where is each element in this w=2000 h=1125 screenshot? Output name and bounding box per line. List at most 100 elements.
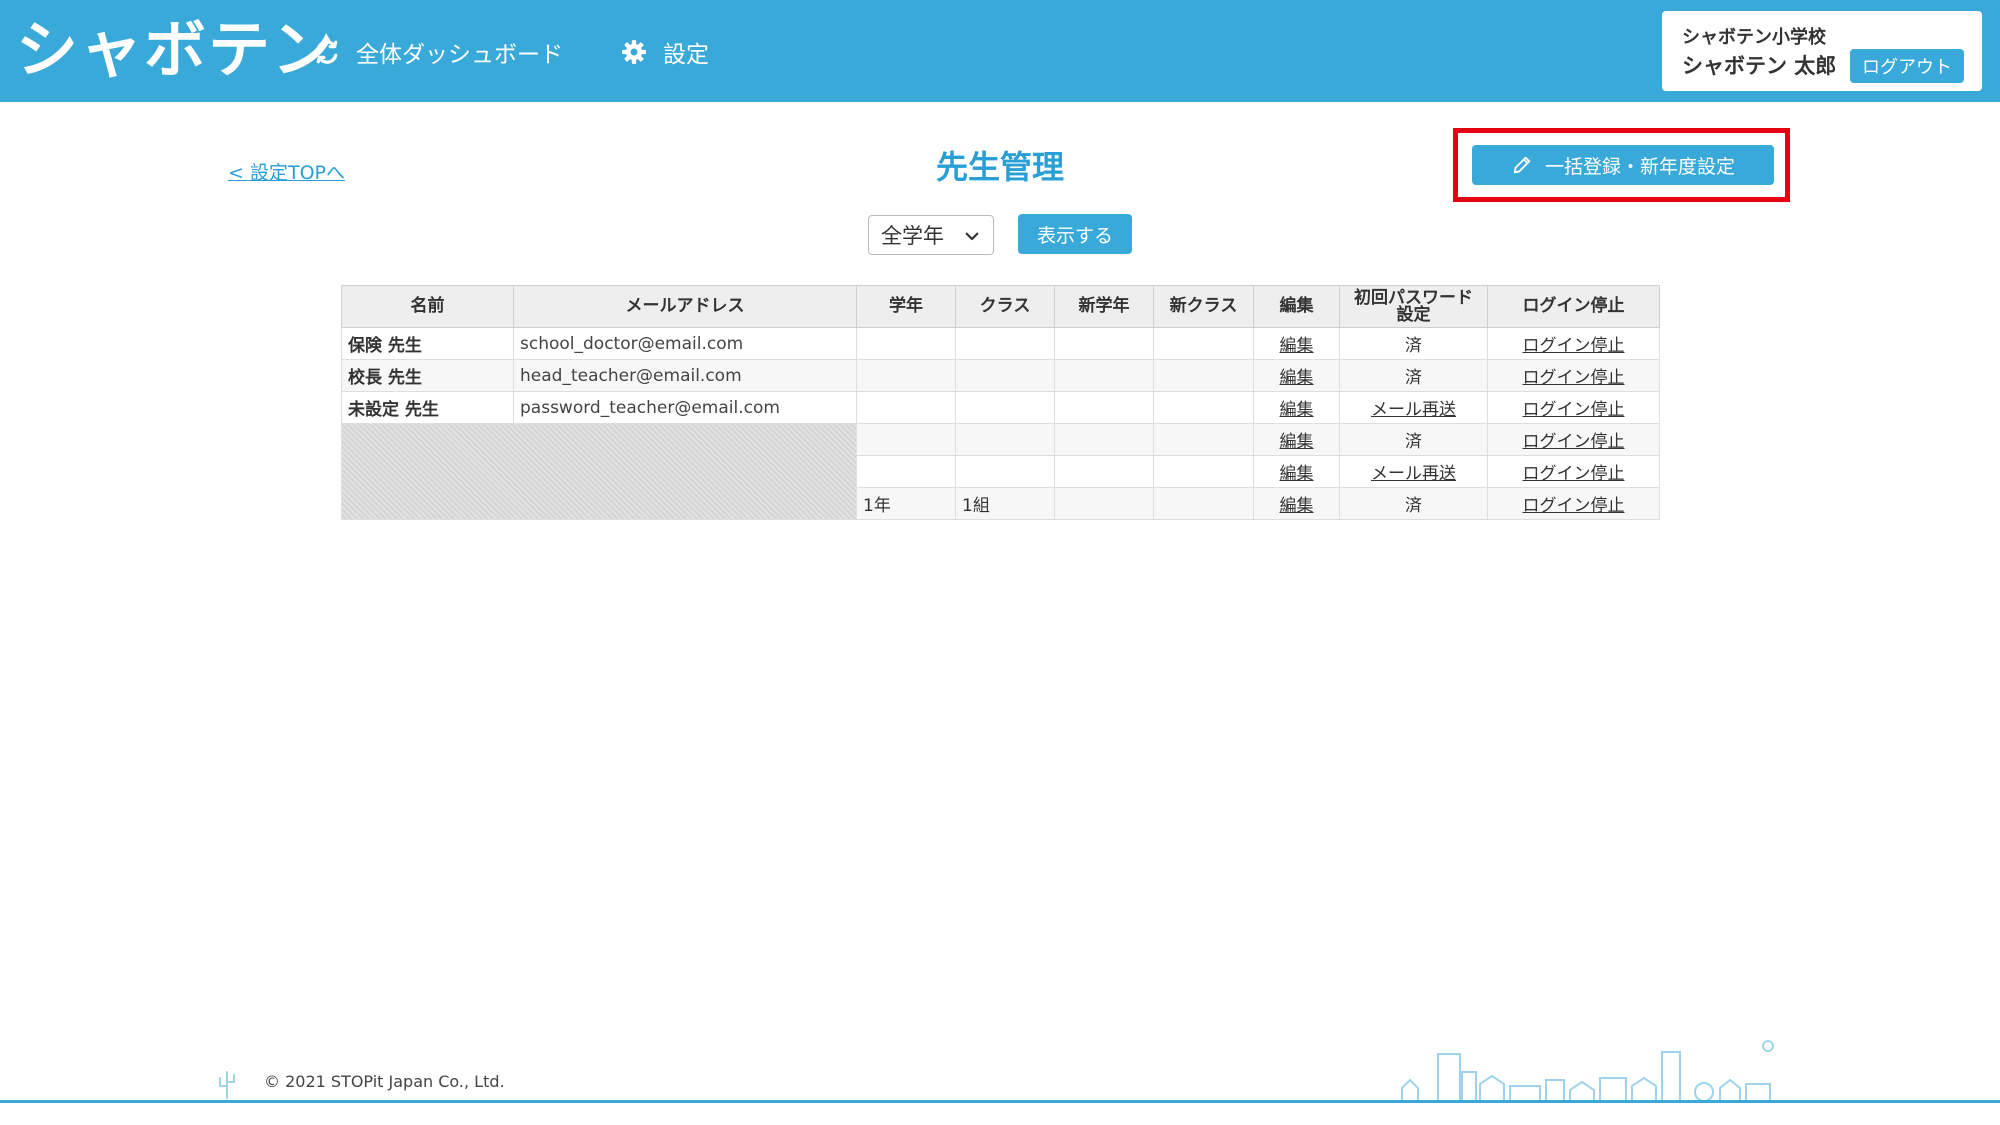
col-header-initial-password-line2: 設定 [1396,304,1431,325]
edit-link[interactable]: 編集 [1280,336,1314,356]
cell-password-status: 済 [1339,487,1488,520]
cell-edit: 編集 [1253,487,1340,520]
cell-new-class [1153,359,1254,392]
edit-link[interactable]: 編集 [1280,368,1314,388]
cell-password-status: 済 [1339,423,1488,456]
cell-new-class [1153,423,1254,456]
cell-password-status: メール再送 [1339,455,1488,488]
resend-mail-link[interactable]: メール再送 [1371,464,1456,484]
logout-button[interactable]: ログアウト [1850,49,1964,83]
edit-link[interactable]: 編集 [1280,432,1314,452]
login-stop-link[interactable]: ログイン停止 [1523,464,1625,484]
cell-email: school_doctor@email.com [513,327,857,360]
cell-new-class [1153,455,1254,488]
login-stop-link[interactable]: ログイン停止 [1523,400,1625,420]
nav-dashboard-label: 全体ダッシュボード [356,42,563,68]
resend-mail-link[interactable]: メール再送 [1371,400,1456,420]
edit-link[interactable]: 編集 [1280,400,1314,420]
teacher-table: 名前 メールアドレス 学年 クラス 新学年 新クラス 編集 初回パスワード 設定… [341,285,1660,520]
cell-grade [856,423,956,456]
bulk-register-label: 一括登録・新年度設定 [1544,155,1735,178]
col-header-grade: 学年 [856,285,956,328]
cell-grade [856,455,956,488]
cell-login-stop: ログイン停止 [1487,487,1660,520]
cell-edit: 編集 [1253,359,1340,392]
cell-new-grade [1054,327,1154,360]
login-stop-link[interactable]: ログイン停止 [1523,432,1625,452]
table-row: 保険 先生 school_doctor@email.com 編集 済 ログイン停… [341,327,1660,360]
cell-new-grade [1054,359,1154,392]
cell-edit: 編集 [1253,327,1340,360]
nav-dashboard-link[interactable]: 全体ダッシュボード [312,32,563,72]
cell-grade [856,391,956,424]
cell-name: 校長 先生 [341,359,514,392]
cell-class [955,391,1055,424]
page-title: 先生管理 [935,148,1064,186]
col-header-initial-password: 初回パスワード 設定 [1339,285,1488,328]
cell-new-grade [1054,455,1154,488]
cell-class [955,455,1055,488]
table-row: 未設定 先生 password_teacher@email.com 編集 メール… [341,391,1660,424]
cactus-icon [213,1068,241,1104]
cell-class [955,423,1055,456]
grade-select-value: 全学年 [881,224,944,248]
col-header-class: クラス [955,285,1055,328]
col-header-initial-password-line1: 初回パスワード [1354,287,1473,308]
app-logo[interactable]: シャボテン [16,8,336,92]
col-header-email: メールアドレス [513,285,857,328]
cell-edit: 編集 [1253,423,1340,456]
school-name: シャボテン小学校 [1682,27,1826,48]
back-to-settings-link[interactable]: < 設定TOPへ [228,158,345,185]
login-stop-link[interactable]: ログイン停止 [1523,496,1625,516]
cell-login-stop: ログイン停止 [1487,391,1660,424]
login-stop-link[interactable]: ログイン停止 [1523,368,1625,388]
cell-grade [856,359,956,392]
table-row: 校長 先生 head_teacher@email.com 編集 済 ログイン停止 [341,359,1660,392]
gear-icon [619,37,649,67]
cell-new-class [1153,391,1254,424]
login-stop-link[interactable]: ログイン停止 [1523,336,1625,356]
cell-email: head_teacher@email.com [513,359,857,392]
pencil-icon [1511,154,1533,176]
cell-login-stop: ログイン停止 [1487,359,1660,392]
nav-settings-link[interactable]: 設定 [619,32,709,72]
cell-password-status: メール再送 [1339,391,1488,424]
table-header-row: 名前 メールアドレス 学年 クラス 新学年 新クラス 編集 初回パスワード 設定… [341,285,1660,328]
cell-name: 保険 先生 [341,327,514,360]
town-illustration [1400,1040,1790,1108]
cell-edit: 編集 [1253,455,1340,488]
cell-edit: 編集 [1253,391,1340,424]
cell-email: password_teacher@email.com [513,391,857,424]
cell-login-stop: ログイン停止 [1487,455,1660,488]
show-button[interactable]: 表示する [1018,214,1132,254]
cell-new-grade [1054,487,1154,520]
cell-new-class [1153,487,1254,520]
edit-link[interactable]: 編集 [1280,496,1314,516]
col-header-new-class: 新クラス [1153,285,1254,328]
edit-link[interactable]: 編集 [1280,464,1314,484]
masked-region [341,423,857,520]
grade-select[interactable]: 全学年 [868,215,994,255]
chevron-down-icon [963,226,981,250]
cell-class: 1組 [955,487,1055,520]
cell-new-grade [1054,391,1154,424]
nav-settings-label: 設定 [663,42,709,68]
cell-grade: 1年 [856,487,956,520]
bulk-register-button[interactable]: 一括登録・新年度設定 [1472,145,1774,185]
table-row: 編集 済 ログイン停止 [341,423,1660,520]
col-header-new-grade: 新学年 [1054,285,1154,328]
cell-password-status: 済 [1339,359,1488,392]
copyright-text: © 2021 STOPit Japan Co., Ltd. [264,1072,505,1091]
cell-password-status: 済 [1339,327,1488,360]
cell-new-class [1153,327,1254,360]
top-header: シャボテン 全体ダッシュボード 設定 シャボテン小学校 シャボテン 太郎 ログア… [0,0,2000,102]
cell-new-grade [1054,423,1154,456]
sync-icon [312,37,342,67]
cell-login-stop: ログイン停止 [1487,327,1660,360]
cell-name: 未設定 先生 [341,391,514,424]
col-header-name: 名前 [341,285,514,328]
col-header-login-stop: ログイン停止 [1487,285,1660,328]
col-header-edit: 編集 [1253,285,1340,328]
cell-class [955,327,1055,360]
cell-login-stop: ログイン停止 [1487,423,1660,456]
